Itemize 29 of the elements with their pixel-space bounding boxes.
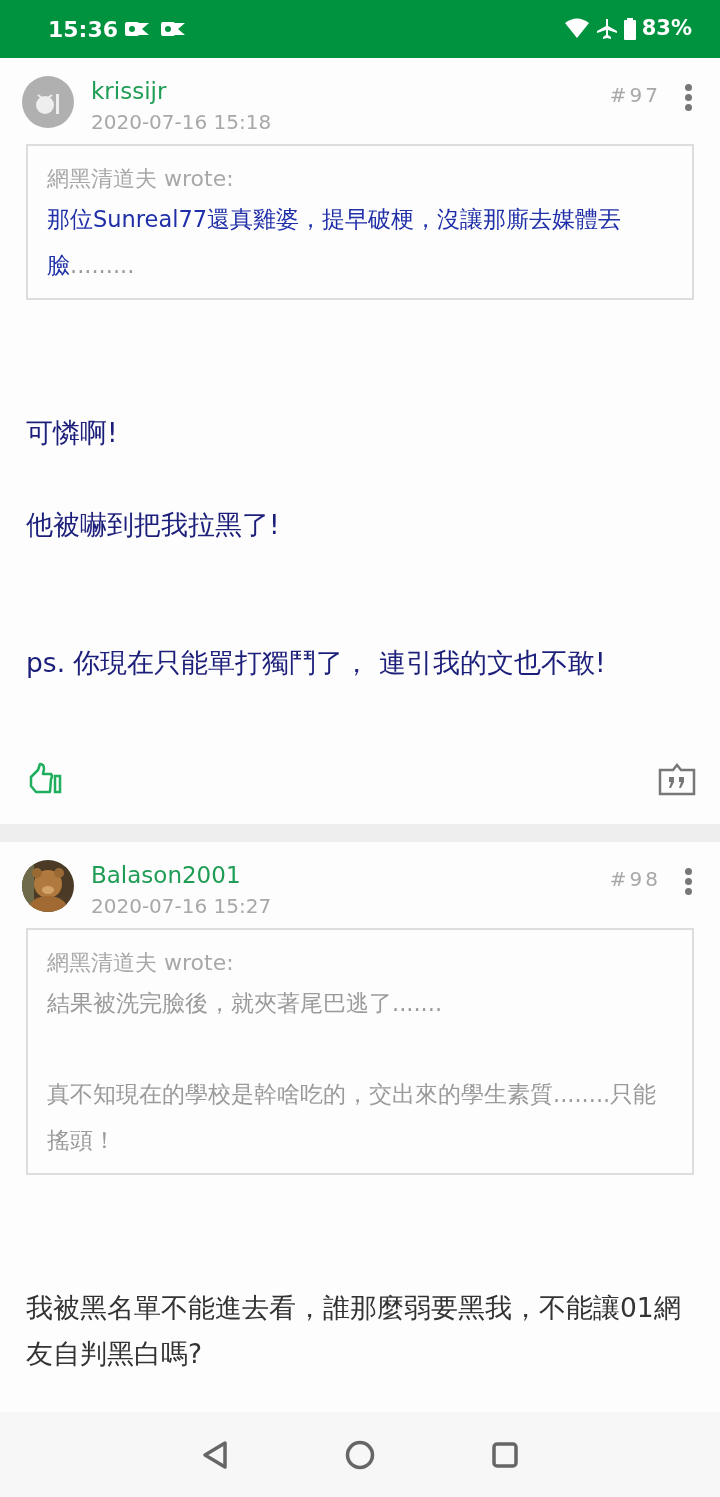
notification-icon [124,19,151,39]
post-text: 可憐啊! [26,416,119,450]
floor-number: #97 [609,82,661,109]
post-text: 我被黑名單不能進去看，誰那麼弱要黑我，不能讓01網友自判黑白嗎? [26,1291,682,1371]
back-icon[interactable] [201,1439,229,1470]
quote-author: 網黑清道夫 wrote: [47,949,235,977]
author-name[interactable]: Balason2001 [91,860,272,890]
quote-text: 結果被洗完臉後，就夾著尾巴逃了....... [47,989,444,1018]
post-text: 他被嚇到把我拉黑了! [26,508,281,542]
author-name[interactable]: krissijr [91,76,272,106]
airplane-icon [595,18,618,40]
thumbs-up-icon[interactable] [28,762,62,796]
quote-text: 那位Sunreal77還真雞婆，提早破梗，沒讓那廝去媒體丟臉......... [47,205,623,280]
battery-level: 83% [641,15,692,43]
notification-icon [160,19,187,39]
quote-icon[interactable] [658,762,696,796]
battery-icon [623,18,636,40]
post-text: ps. 你現在只能單打獨鬥了， 連引我的文也不敢! [26,646,607,680]
more-icon[interactable] [683,82,694,113]
post-date: 2020-07-16 15:18 [91,109,272,136]
more-icon[interactable] [683,866,694,897]
floor-number: #98 [609,866,661,893]
wifi-icon [563,18,590,40]
home-icon[interactable] [345,1439,375,1470]
recents-icon[interactable] [491,1440,519,1469]
quote-author: 網黑清道夫 wrote: [47,165,235,193]
clock: 15:36 [48,15,119,44]
post-date: 2020-07-16 15:27 [91,893,272,920]
quote-text: 真不知現在的學校是幹啥吃的，交出來的學生素質........只能搖頭！ [47,1080,658,1155]
